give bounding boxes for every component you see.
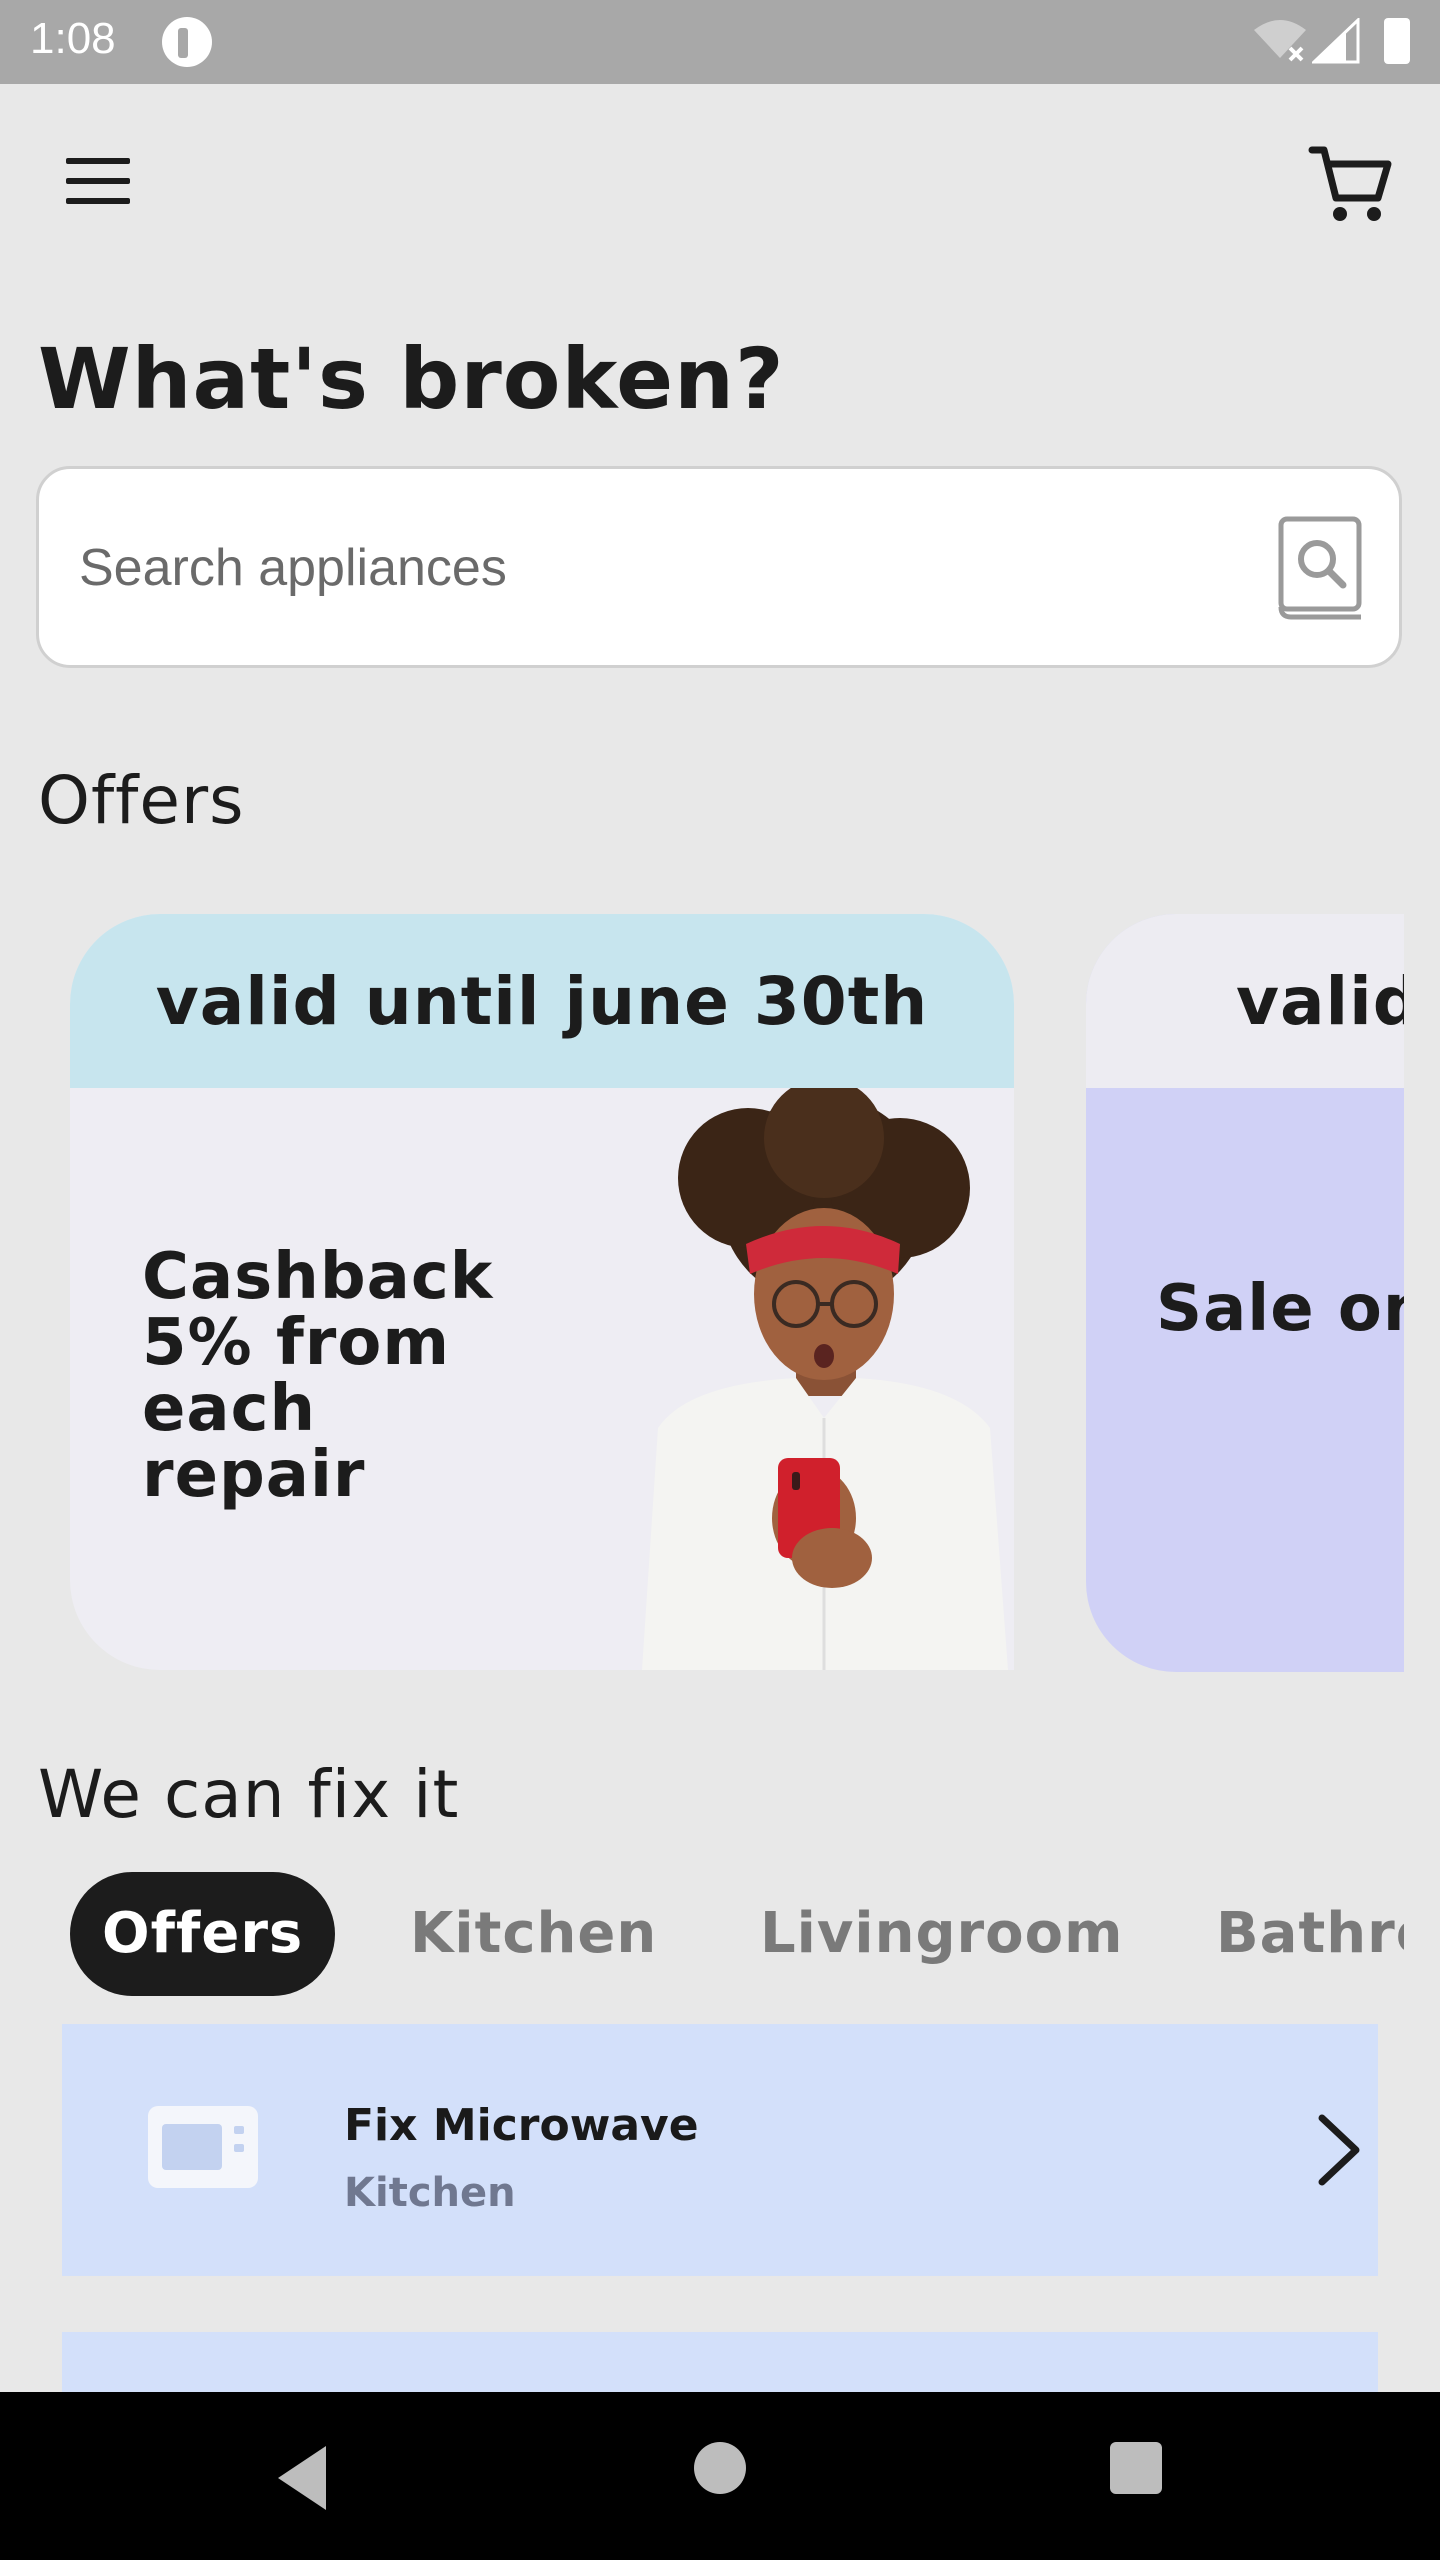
offer-photo: [642, 1088, 1008, 1670]
offers-title: Offers: [38, 762, 245, 839]
search-icon[interactable]: [1277, 515, 1367, 623]
status-bar: 1:08: [0, 0, 1440, 84]
tab-offers[interactable]: Offers: [70, 1872, 336, 1996]
tab-livingroom[interactable]: Livingroom: [760, 1872, 1123, 1996]
battery-icon: [1384, 18, 1410, 64]
back-icon[interactable]: [270, 2442, 350, 2514]
offer-text: Sale on applian repair!: [1156, 1272, 1404, 1346]
app-notification-icon: [162, 17, 212, 67]
offer-validity: valid until june 30th: [70, 914, 1014, 1088]
signal-icon: [1312, 18, 1360, 64]
offers-carousel[interactable]: valid until june 30th Cashback 5% from e…: [0, 914, 1404, 1674]
recents-icon[interactable]: [1110, 2442, 1162, 2494]
offer-text: Cashback 5% from each repair: [142, 1240, 494, 1512]
search-box[interactable]: [36, 466, 1402, 668]
fix-section-title: We can fix it: [38, 1756, 460, 1833]
offer-card[interactable]: valid Sale on applian repair!: [1086, 914, 1404, 1672]
offer-card[interactable]: valid until june 30th Cashback 5% from e…: [70, 914, 1014, 1670]
category-tabs[interactable]: Offers Kitchen Livingroom Bathro: [0, 1872, 1404, 1996]
wifi-off-icon: [1254, 20, 1306, 62]
home-icon[interactable]: [694, 2442, 746, 2494]
repair-title: Fix Microwave: [344, 2100, 699, 2151]
cart-icon[interactable]: [1306, 140, 1396, 230]
repair-list-item[interactable]: Fix Microwave Kitchen: [62, 2024, 1378, 2276]
search-input[interactable]: [77, 529, 1241, 607]
tab-bathroom[interactable]: Bathro: [1216, 1872, 1404, 1996]
page-title: What's broken?: [38, 330, 785, 428]
status-time: 1:08: [30, 14, 116, 63]
chevron-right-icon[interactable]: [1298, 2110, 1378, 2190]
repair-list-item[interactable]: [62, 2332, 1378, 2392]
offer-validity: valid: [1086, 914, 1404, 1088]
system-nav-bar: [0, 2392, 1440, 2560]
tab-kitchen[interactable]: Kitchen: [410, 1872, 657, 1996]
microwave-icon: [148, 2106, 258, 2188]
repair-category: Kitchen: [344, 2170, 516, 2216]
menu-icon[interactable]: [56, 150, 140, 214]
